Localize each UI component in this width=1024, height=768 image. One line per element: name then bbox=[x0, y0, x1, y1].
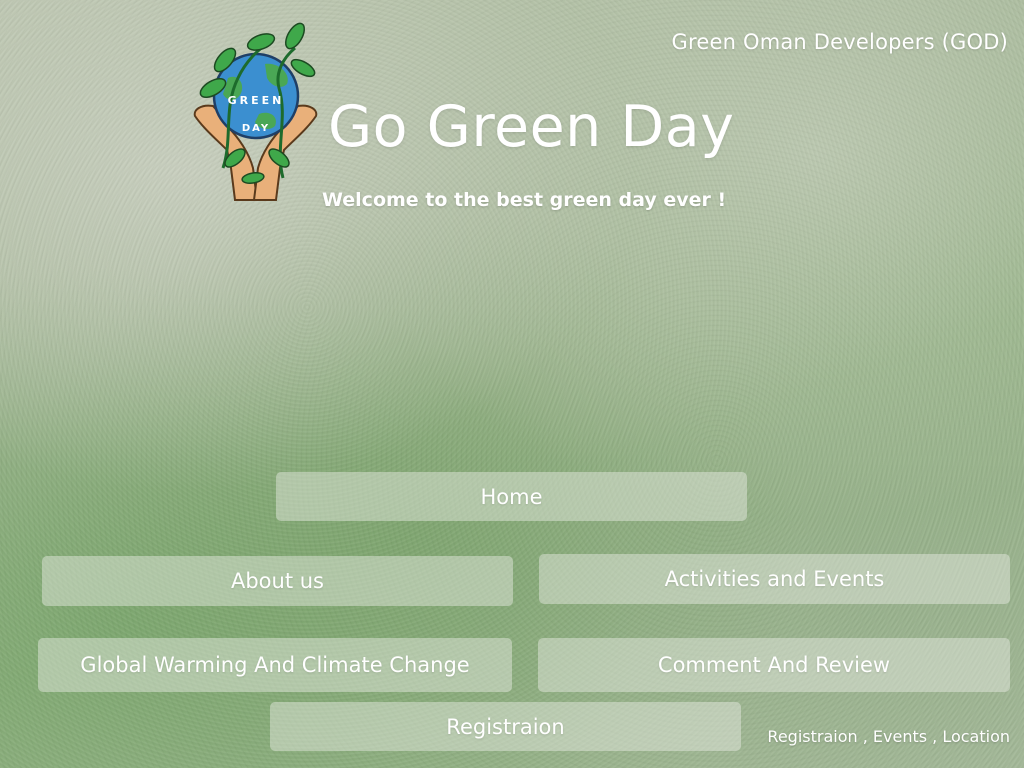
global-warming-button[interactable]: Global Warming And Climate Change bbox=[38, 638, 512, 692]
activities-events-button[interactable]: Activities and Events bbox=[539, 554, 1010, 604]
registration-button[interactable]: Registraion bbox=[270, 702, 741, 751]
welcome-tagline: Welcome to the best green day ever ! bbox=[322, 189, 727, 211]
organization-name: Green Oman Developers (GOD) bbox=[671, 30, 1008, 54]
logo-text-green: GREEN bbox=[228, 94, 285, 107]
go-green-day-logo: GREEN DAY bbox=[193, 22, 318, 201]
home-button[interactable]: Home bbox=[276, 472, 747, 521]
footer-links[interactable]: Registraion , Events , Location bbox=[767, 727, 1010, 746]
about-us-button[interactable]: About us bbox=[42, 556, 513, 606]
page-title: Go Green Day bbox=[328, 94, 735, 160]
comment-review-button[interactable]: Comment And Review bbox=[538, 638, 1010, 692]
logo-text-day: DAY bbox=[242, 123, 270, 134]
